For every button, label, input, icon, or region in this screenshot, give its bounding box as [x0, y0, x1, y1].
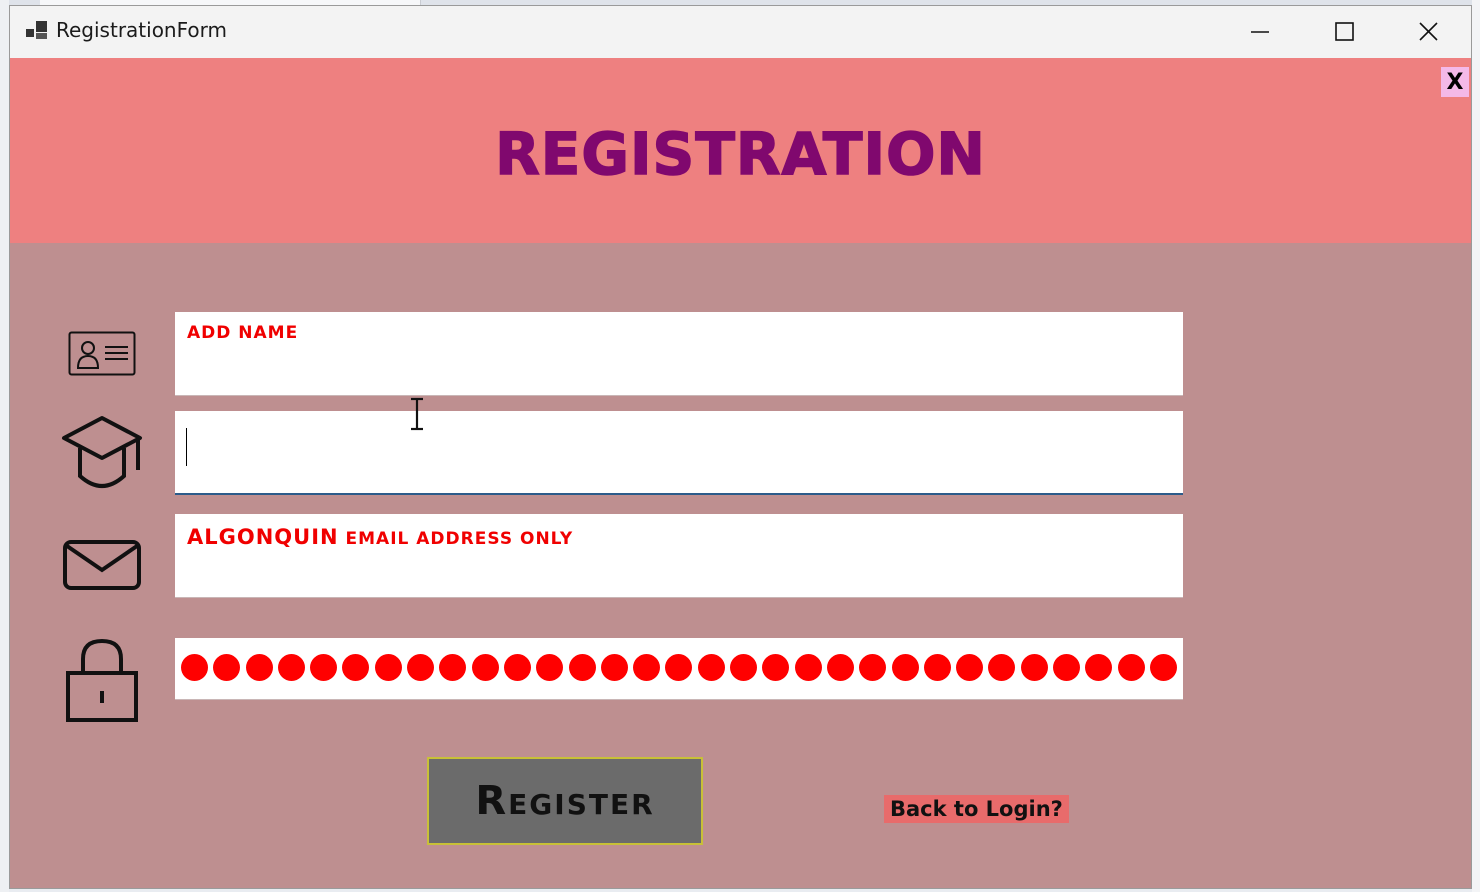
password-mask-dot [439, 654, 467, 681]
id-card-icon [68, 331, 136, 376]
close-form-button[interactable]: X [1441, 67, 1469, 97]
email-input[interactable]: ALGONQUIN EMAIL ADDRESS ONLY [175, 514, 1183, 598]
page-title: REGISTRATION [494, 119, 986, 189]
password-mask-dot [536, 654, 564, 681]
text-caret [186, 428, 187, 466]
password-mask-dot [277, 654, 305, 681]
password-mask-dot [762, 654, 790, 681]
name-placeholder: ADD NAME [187, 323, 299, 343]
envelope-icon [63, 540, 141, 590]
background-app-right [1472, 0, 1480, 892]
password-mask-dot [181, 654, 208, 681]
password-mask-dot [633, 654, 661, 681]
password-mask-dot [213, 654, 241, 681]
email-placeholder-bold: ALGONQUIN [187, 525, 339, 549]
maximize-button[interactable] [1302, 6, 1386, 58]
password-mask-dot [826, 654, 854, 681]
password-mask-dot [730, 654, 758, 681]
password-mask [181, 654, 1177, 681]
password-mask-dot [923, 654, 951, 681]
title-bar[interactable]: RegistrationForm [10, 6, 1471, 58]
maximize-icon [1335, 22, 1354, 41]
password-input[interactable] [175, 638, 1183, 700]
minimize-icon [1251, 31, 1269, 33]
register-button[interactable]: Register [427, 757, 703, 845]
close-window-button[interactable] [1386, 6, 1470, 58]
password-mask-dot [859, 654, 887, 681]
text-cursor-icon [411, 397, 423, 431]
password-mask-dot [310, 654, 338, 681]
graduation-cap-icon [62, 416, 142, 488]
password-mask-dot [1149, 654, 1177, 681]
password-mask-dot [697, 654, 725, 681]
back-to-login-link[interactable]: Back to Login? [884, 795, 1069, 823]
password-mask-dot [794, 654, 822, 681]
header-banner: REGISTRATION X [10, 58, 1471, 243]
app-icon [26, 21, 47, 39]
password-mask-dot [503, 654, 531, 681]
password-mask-dot [1053, 654, 1081, 681]
password-mask-dot [374, 654, 402, 681]
password-mask-dot [956, 654, 984, 681]
email-placeholder-rest: EMAIL ADDRESS ONLY [338, 529, 574, 549]
password-mask-dot [245, 654, 273, 681]
password-mask-dot [665, 654, 693, 681]
password-mask-dot [1117, 654, 1145, 681]
window-title: RegistrationForm [56, 18, 227, 42]
password-mask-dot [407, 654, 435, 681]
minimize-button[interactable] [1218, 6, 1302, 58]
password-mask-dot [988, 654, 1016, 681]
email-placeholder: ALGONQUIN EMAIL ADDRESS ONLY [187, 525, 573, 549]
password-mask-dot [891, 654, 919, 681]
password-mask-dot [342, 654, 370, 681]
close-icon [1419, 22, 1438, 41]
lock-icon [66, 638, 138, 722]
password-mask-dot [600, 654, 628, 681]
registration-window: RegistrationForm REGISTRATION X ADD NAME [9, 5, 1472, 889]
password-mask-dot [1085, 654, 1113, 681]
password-mask-dot [1020, 654, 1048, 681]
name-input[interactable]: ADD NAME [175, 312, 1183, 396]
program-input[interactable] [175, 411, 1183, 495]
background-app-left [0, 0, 9, 892]
password-mask-dot [568, 654, 596, 681]
password-mask-dot [471, 654, 499, 681]
